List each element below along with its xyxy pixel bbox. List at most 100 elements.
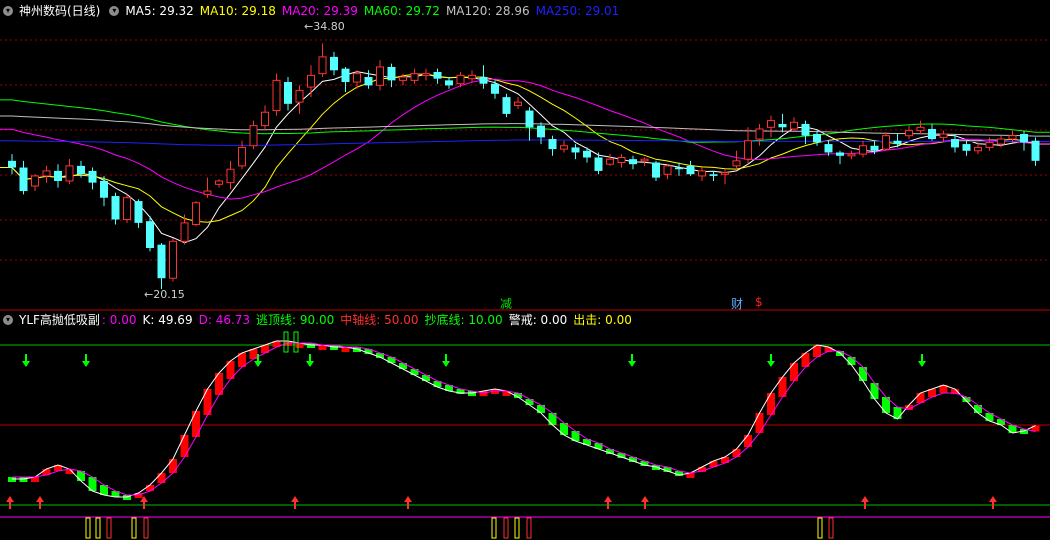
candle-body <box>571 147 580 153</box>
candle-body <box>847 153 856 157</box>
kd-bar <box>755 413 764 433</box>
candle-body <box>192 202 200 226</box>
candle-body <box>1008 135 1017 140</box>
ma20-line <box>0 78 1050 200</box>
kd-bar <box>192 411 200 437</box>
candle-body <box>123 197 131 221</box>
candle-body <box>629 159 637 165</box>
bottom-signal-bar <box>828 517 834 539</box>
candle-body <box>387 66 396 81</box>
kd-bar <box>146 485 154 491</box>
reduction-marker[interactable]: 减 <box>500 295 512 312</box>
low-price-label: ←20.15 <box>144 288 185 301</box>
middle-line-value: 中轴线: 50.00 <box>340 313 419 327</box>
indicator-series <box>8 340 1040 500</box>
candle-body <box>790 121 798 130</box>
candle-body <box>88 170 97 183</box>
candle-body <box>341 68 350 83</box>
candle-body <box>525 110 534 128</box>
candle-body <box>134 201 143 223</box>
chevron-down-icon[interactable]: ▾ <box>3 6 13 16</box>
candle-body <box>732 160 741 167</box>
candle-body <box>19 167 28 192</box>
candle-body <box>767 120 775 128</box>
candle-body <box>272 79 281 112</box>
candle-body <box>399 76 407 81</box>
candle-body <box>249 125 258 147</box>
candlestick-series <box>8 43 1040 290</box>
main-legend: ▾ 神州数码(日线) ▾ MA5: 29.32 MA10: 29.18 MA20… <box>0 2 625 20</box>
candle-body <box>606 158 614 165</box>
candle-body <box>468 74 476 80</box>
chevron-down-icon[interactable]: ▾ <box>3 315 13 325</box>
escape-line-value: 逃顶线: 90.00 <box>256 313 335 327</box>
candle-body <box>169 240 177 279</box>
indicator-grid <box>0 344 1050 518</box>
bottom-signal-bar <box>143 517 149 539</box>
candle-body <box>594 157 603 171</box>
finance-marker[interactable]: 财 <box>731 295 743 312</box>
sell-arrow-icon <box>254 361 262 367</box>
stock-title: 神州数码(日线) <box>19 4 101 18</box>
candle-body <box>456 74 465 85</box>
candle-body <box>77 165 85 175</box>
candle-body <box>709 174 718 176</box>
candle-body <box>744 140 752 160</box>
ma10-line <box>0 73 1050 223</box>
k-line <box>12 340 1036 498</box>
dividend-marker[interactable]: $ <box>755 295 763 309</box>
candle-body <box>318 56 327 75</box>
kd-bar <box>974 405 982 413</box>
alert-value: 警戒: 0.00 <box>508 313 568 327</box>
candle-body <box>859 145 867 155</box>
candle-body <box>974 146 982 152</box>
candle-body <box>180 222 189 242</box>
candle-body <box>284 82 292 104</box>
candle-body <box>617 156 626 164</box>
candle-body <box>226 168 235 184</box>
kd-bar <box>778 377 787 397</box>
kd-bar <box>859 367 867 381</box>
d-value: D: 46.73 <box>198 313 251 327</box>
candle-body <box>111 196 120 220</box>
candle-body <box>479 77 488 84</box>
kd-bar <box>169 459 177 473</box>
bottom-signal-bar <box>817 517 823 539</box>
ma60-label: MA60: 29.72 <box>363 4 440 18</box>
candle-body <box>410 73 419 81</box>
sell-arrow-icon <box>628 361 636 367</box>
bottom-line-value: 抄底线: 10.00 <box>424 313 503 327</box>
candle-body <box>663 165 672 175</box>
kd-bar <box>767 393 775 415</box>
indicator-legend: ▾ YLF高抛低吸副 : 0.00 K: 49.69 D: 46.73 逃顶线:… <box>0 311 638 329</box>
candle-body <box>433 71 442 79</box>
candle-body <box>203 190 212 195</box>
kd-bar <box>744 435 752 447</box>
candle-body <box>939 133 948 138</box>
candle-body <box>893 140 902 145</box>
candle-body <box>42 170 51 177</box>
bottom-signal-bar <box>131 517 137 539</box>
candle-body <box>686 165 695 175</box>
candle-body <box>548 139 557 150</box>
bottom-signal-bar <box>95 517 101 539</box>
candle-body <box>1020 134 1028 143</box>
kd-bar <box>180 435 189 457</box>
candle-body <box>1031 140 1040 161</box>
chevron-down-icon[interactable]: ▾ <box>109 6 120 16</box>
candle-body <box>422 73 430 76</box>
candle-body <box>376 66 384 86</box>
candle-body <box>514 101 522 107</box>
bottom-signal-bar <box>514 517 520 539</box>
candle-body <box>882 135 890 150</box>
candle-body <box>721 172 729 175</box>
sell-arrow-icon <box>442 361 450 367</box>
candle-body <box>836 152 844 156</box>
candle-body <box>916 126 925 132</box>
indicator-title: YLF高抛低吸副 <box>19 313 100 327</box>
bottom-signal-bar <box>491 517 497 539</box>
candle-body <box>353 73 361 83</box>
candle-body <box>962 144 971 151</box>
kd-bar <box>732 449 741 457</box>
kline-chart[interactable] <box>0 0 1050 540</box>
